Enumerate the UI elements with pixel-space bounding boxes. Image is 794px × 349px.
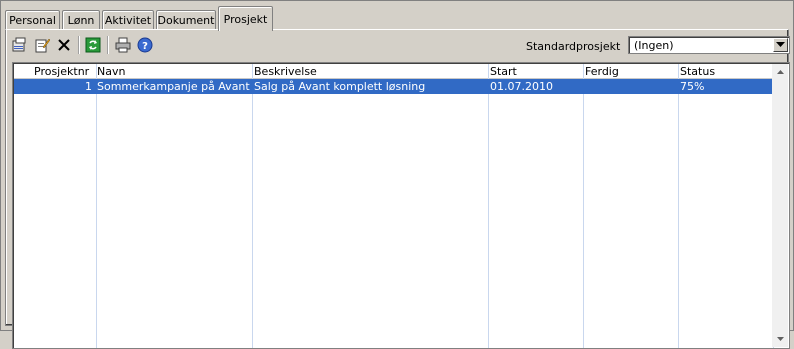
cell-beskrivelse: Salg på Avant komplett løsning	[254, 80, 426, 93]
delete-button[interactable]	[55, 36, 73, 54]
column-header-start[interactable]: Start	[490, 65, 517, 78]
tab-lonn[interactable]: Lønn	[62, 10, 100, 29]
edit-button[interactable]	[33, 36, 51, 54]
column-divider	[96, 64, 97, 348]
chevron-up-icon	[776, 70, 784, 74]
cell-prosjektnr: 1	[85, 80, 92, 93]
column-header-ferdig[interactable]: Ferdig	[585, 65, 619, 78]
table-header: Prosjektnr Navn Beskrivelse Start Ferdig…	[14, 64, 773, 79]
column-divider	[252, 64, 253, 348]
tab-prosjekt[interactable]: Prosjekt	[218, 6, 273, 31]
tab-label: Dokument	[157, 13, 215, 27]
tab-label: Aktivitet	[104, 13, 152, 27]
chevron-down-icon	[776, 42, 785, 47]
tab-dokument[interactable]: Dokument	[156, 10, 216, 29]
edit-icon	[35, 38, 50, 53]
column-divider	[488, 64, 489, 348]
standard-project-label: Standardprosjekt	[526, 40, 621, 53]
tab-label: Lønn	[67, 13, 95, 27]
cell-status: 75%	[680, 80, 705, 93]
standard-project-select[interactable]: (Ingen)	[628, 36, 790, 54]
column-divider	[583, 64, 584, 348]
tab-aktivitet[interactable]: Aktivitet	[102, 10, 154, 29]
chevron-down-icon	[776, 337, 784, 341]
prosjekt-panel: ? Standardprosjekt (Ingen) Prosjektnr Na…	[5, 29, 790, 349]
tab-personal[interactable]: Personal	[5, 10, 60, 29]
help-icon: ?	[137, 37, 153, 53]
new-document-icon	[12, 37, 26, 52]
tab-label: Personal	[9, 13, 56, 27]
dropdown-button[interactable]	[773, 38, 788, 52]
new-document-button[interactable]	[10, 36, 28, 54]
print-button[interactable]	[114, 36, 132, 54]
standard-project-value: (Ingen)	[634, 39, 674, 52]
svg-text:?: ?	[142, 41, 148, 52]
table-row[interactable]: 1 Sommerkampanje på Avant Salg på Avant …	[14, 79, 773, 94]
column-divider	[678, 64, 679, 348]
scroll-down-button[interactable]	[772, 331, 788, 347]
cell-navn: Sommerkampanje på Avant	[97, 80, 250, 93]
cell-start: 01.07.2010	[490, 80, 553, 93]
tab-strip: Personal Lønn Aktivitet Dokument Prosjek…	[5, 5, 791, 31]
print-icon	[115, 37, 131, 53]
toolbar-separator	[107, 36, 108, 54]
refresh-icon	[85, 37, 101, 53]
column-header-status[interactable]: Status	[680, 65, 715, 78]
window-frame: Personal Lønn Aktivitet Dokument Prosjek…	[0, 0, 794, 349]
column-header-navn[interactable]: Navn	[97, 65, 125, 78]
scroll-up-button[interactable]	[772, 64, 788, 80]
project-table[interactable]: Prosjektnr Navn Beskrivelse Start Ferdig…	[12, 62, 790, 349]
delete-icon	[58, 39, 70, 51]
column-header-beskrivelse[interactable]: Beskrivelse	[254, 65, 317, 78]
tab-label: Prosjekt	[223, 12, 268, 26]
refresh-button[interactable]	[84, 36, 102, 54]
help-button[interactable]: ?	[136, 36, 154, 54]
vertical-scrollbar[interactable]	[772, 64, 788, 347]
column-header-prosjektnr[interactable]: Prosjektnr	[34, 65, 89, 78]
toolbar-separator	[78, 36, 79, 54]
